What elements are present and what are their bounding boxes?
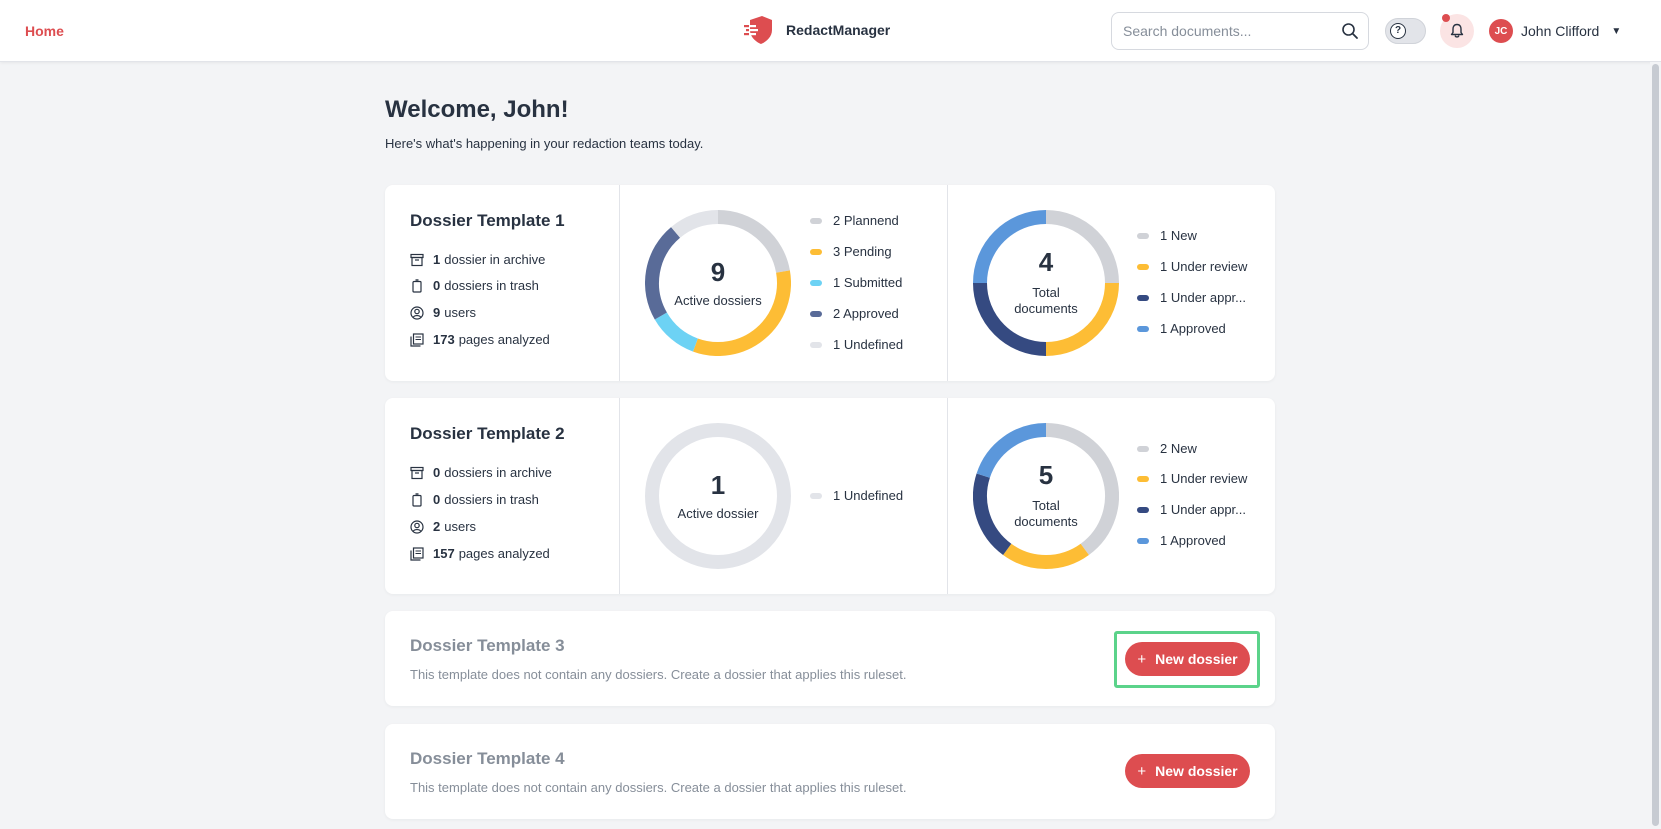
- legend-item-approved[interactable]: 1 Approved: [1137, 321, 1226, 336]
- redact-manager-logo-icon: [744, 16, 772, 44]
- total-documents-section: 5 Total documents 2 New 1 Under review 1…: [948, 398, 1275, 594]
- brand[interactable]: RedactManager: [744, 14, 890, 46]
- home-link[interactable]: Home: [25, 23, 64, 39]
- legend-item-approved[interactable]: 2 Approved: [810, 306, 899, 321]
- user-menu[interactable]: JC John Clifford ▼: [1489, 19, 1621, 43]
- archive-icon: [410, 466, 424, 479]
- legend-item-submitted[interactable]: 1 Submitted: [810, 275, 902, 290]
- total-documents-label: Total documents: [1014, 498, 1078, 529]
- donut-segment-1[interactable]: [1003, 543, 1089, 569]
- empty-template-card[interactable]: Dossier Template 3 This template does no…: [385, 611, 1275, 706]
- stat-archive: 0 dossiers in archive: [410, 465, 552, 480]
- dossier-template-card[interactable]: Dossier Template 1 1 dossier in archive 0…: [385, 185, 1275, 381]
- active-dossiers-count: 9: [710, 257, 726, 287]
- active-dossiers-label: Active dossiers: [674, 293, 762, 308]
- search-box: [1111, 12, 1369, 50]
- trash-icon: [412, 492, 422, 507]
- total-documents-section: 4 Total documents 1 New 1 Under review 1…: [948, 185, 1275, 381]
- legend-item-new[interactable]: 2 New: [1137, 441, 1197, 456]
- help-mode-toggle[interactable]: ?: [1385, 18, 1426, 44]
- notification-dot: [1442, 14, 1450, 22]
- stat-pages: 173 pages analyzed: [410, 332, 550, 347]
- document-status-donut: [973, 210, 1119, 356]
- legend-item-undefined[interactable]: 1 Undefined: [810, 337, 903, 352]
- template-title: Dossier Template 3: [410, 636, 565, 655]
- top-header: Home RedactManager ? JC John Cliffo: [0, 0, 1661, 62]
- stat-trash: 0 dossiers in trash: [410, 278, 539, 293]
- page-title: Welcome, John!: [385, 96, 569, 123]
- legend-item-undefined[interactable]: 1 Undefined: [810, 488, 903, 503]
- legend-item-under-approval[interactable]: 1 Under appr...: [1137, 290, 1246, 305]
- plus-icon: +: [1137, 762, 1147, 780]
- total-documents-count: 4: [1038, 247, 1054, 277]
- donut-segment-2[interactable]: [654, 312, 699, 352]
- active-dossiers-section: 1 Active dossier 1 Undefined: [620, 398, 948, 594]
- pages-icon: [410, 332, 424, 347]
- bell-icon: [1450, 23, 1464, 38]
- new-dossier-button[interactable]: + New dossier: [1125, 754, 1250, 788]
- template-title: Dossier Template 4: [410, 749, 565, 768]
- chevron-down-icon: ▼: [1611, 25, 1622, 37]
- notifications-button[interactable]: [1440, 14, 1474, 48]
- avatar: JC: [1489, 19, 1513, 43]
- stat-trash: 0 dossiers in trash: [410, 492, 539, 507]
- stat-archive: 1 dossier in archive: [410, 252, 545, 267]
- plus-icon: +: [1137, 650, 1147, 668]
- legend-item-under-approval[interactable]: 1 Under appr...: [1137, 502, 1246, 517]
- stat-users: 9 users: [410, 305, 476, 320]
- dossier-template-card[interactable]: Dossier Template 2 0 dossiers in archive …: [385, 398, 1275, 594]
- pages-icon: [410, 546, 424, 561]
- template-title: Dossier Template 1: [410, 211, 565, 230]
- trash-icon: [412, 278, 422, 293]
- search-icon[interactable]: [1341, 22, 1359, 40]
- scrollbar-thumb[interactable]: [1652, 64, 1659, 826]
- page-subtitle: Here's what's happening in your redactio…: [385, 136, 704, 151]
- template-info: Dossier Template 1 1 dossier in archive 0…: [385, 185, 620, 381]
- user-icon: [410, 305, 424, 320]
- archive-icon: [410, 253, 424, 266]
- template-title: Dossier Template 2: [410, 424, 565, 443]
- legend-item-new[interactable]: 1 New: [1137, 228, 1197, 243]
- active-dossiers-label: Active dossier: [677, 506, 759, 521]
- template-description: This template does not contain any dossi…: [410, 780, 907, 795]
- user-icon: [410, 519, 424, 534]
- active-dossiers-section: 9 Active dossiers 2 Plannend 3 Pending 1…: [620, 185, 948, 381]
- legend-item-under-review[interactable]: 1 Under review: [1137, 471, 1247, 486]
- document-status-donut: [973, 423, 1119, 569]
- empty-template-card[interactable]: Dossier Template 4 This template does no…: [385, 724, 1275, 819]
- active-dossiers-count: 1: [710, 470, 726, 500]
- template-info: Dossier Template 2 0 dossiers in archive …: [385, 398, 620, 594]
- stat-users: 2 users: [410, 519, 476, 534]
- stat-pages: 157 pages analyzed: [410, 546, 550, 561]
- donut-segment-4[interactable]: [671, 210, 719, 238]
- page-scrollbar[interactable]: [1650, 62, 1661, 829]
- user-name: John Clifford: [1521, 23, 1600, 39]
- total-documents-label: Total documents: [1014, 285, 1078, 316]
- help-icon: ?: [1390, 23, 1406, 39]
- brand-name: RedactManager: [786, 22, 891, 38]
- legend-item-approved[interactable]: 1 Approved: [1137, 533, 1226, 548]
- legend-item-planned[interactable]: 2 Plannend: [810, 213, 899, 228]
- template-description: This template does not contain any dossi…: [410, 667, 907, 682]
- legend-item-under-review[interactable]: 1 Under review: [1137, 259, 1247, 274]
- total-documents-count: 5: [1038, 460, 1054, 490]
- search-input[interactable]: [1112, 13, 1332, 49]
- new-dossier-button[interactable]: + New dossier: [1125, 642, 1250, 676]
- legend-item-pending[interactable]: 3 Pending: [810, 244, 892, 259]
